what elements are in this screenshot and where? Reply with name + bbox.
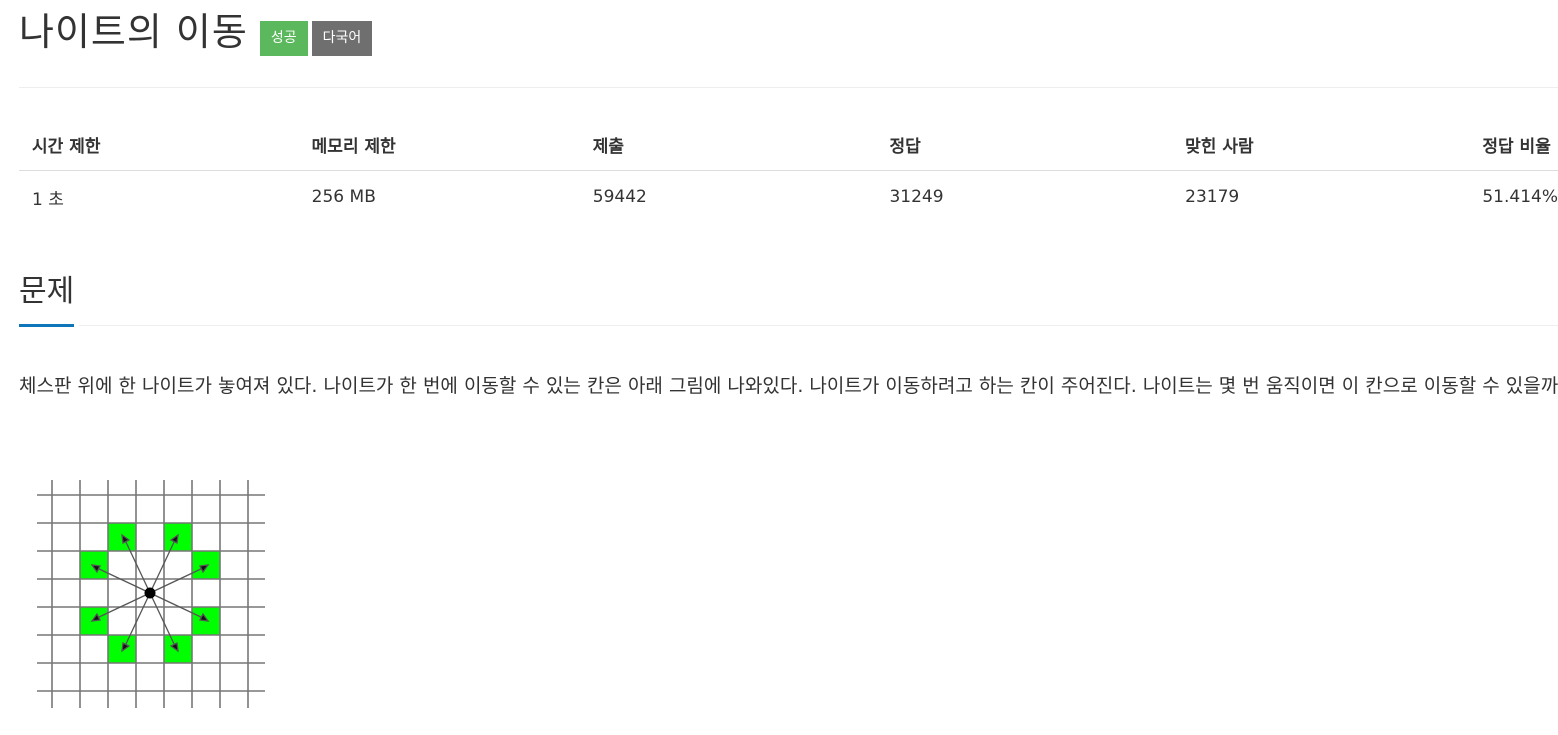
knight-position (144, 587, 156, 599)
section-title: 문제 (19, 266, 75, 327)
section-divider (79, 325, 1558, 326)
info-value-row: 1 초 256 MB 59442 31249 23179 51.414% (19, 171, 1558, 224)
value-accept-ratio: 51.414% (1482, 187, 1558, 207)
language-badge[interactable]: 다국어 (311, 20, 373, 56)
header-accepted: 정답 (876, 118, 1173, 171)
header-accept-ratio: 정답 비율 (1469, 118, 1558, 171)
title-divider (19, 87, 1558, 88)
problem-title: 나이트의 이동 (19, 10, 248, 54)
title-row: 나이트의 이동 성공 다국어 (19, 6, 373, 58)
problem-section-header: 문제 (19, 266, 1558, 327)
info-header-row: 시간 제한 메모리 제한 제출 정답 맞힌 사람 정답 비율 (19, 118, 1558, 171)
problem-info-table: 시간 제한 메모리 제한 제출 정답 맞힌 사람 정답 비율 1 초 256 M… (19, 118, 1558, 223)
header-memory-limit: 메모리 제한 (298, 118, 580, 171)
header-solved-users: 맞힌 사람 (1172, 118, 1470, 171)
problem-description: 체스판 위에 한 나이트가 놓여져 있다. 나이트가 한 번에 이동할 수 있는… (19, 375, 1558, 397)
value-time-limit: 1 초 (32, 189, 64, 210)
value-solved-users[interactable]: 23179 (1172, 171, 1469, 224)
success-badge: 성공 (259, 20, 308, 56)
knight-move-diagram (37, 480, 265, 708)
value-submissions[interactable]: 59442 (580, 171, 877, 224)
problem-page: 나이트의 이동 성공 다국어 시간 제한 메모리 제한 제출 정답 맞힌 사람 … (0, 0, 1558, 735)
header-submissions: 제출 (579, 118, 877, 171)
value-memory-limit: 256 MB (311, 187, 376, 207)
value-accepted[interactable]: 31249 (876, 171, 1172, 224)
header-time-limit: 시간 제한 (19, 118, 299, 171)
